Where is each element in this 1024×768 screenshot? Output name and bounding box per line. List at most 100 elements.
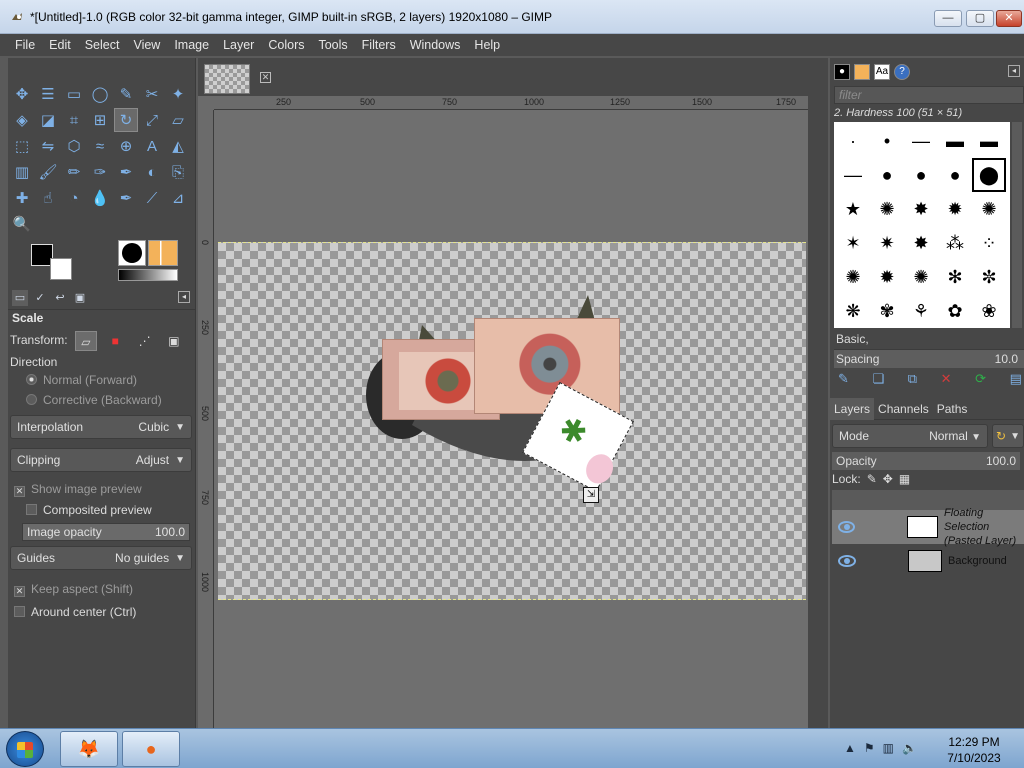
brush-item[interactable]: ✺ — [836, 260, 870, 294]
brush-item[interactable]: ⬤ — [972, 158, 1006, 192]
layer-mode-combo[interactable]: Mode Normal ▼ — [832, 424, 988, 448]
brush-item[interactable]: ▬ — [938, 124, 972, 158]
direction-corrective-radio[interactable]: Corrective (Backward) — [26, 393, 162, 407]
foreground-select-icon[interactable]: ◪ — [36, 108, 60, 132]
pencil-icon[interactable]: ✏ — [62, 160, 86, 184]
brush-item[interactable]: ✹ — [938, 192, 972, 226]
fg-bg-colors[interactable] — [28, 242, 84, 286]
menu-layer[interactable]: Layer — [216, 38, 261, 52]
tool-options-tab-icon[interactable]: ▭ — [12, 290, 28, 306]
clock[interactable]: 12:29 PM 7/10/2023 — [944, 734, 1004, 766]
align-icon[interactable]: ☰ — [36, 82, 60, 106]
transform-image-icon[interactable]: ▣ — [163, 331, 185, 351]
shear-icon[interactable]: ▱ — [166, 108, 190, 132]
brush-item[interactable]: ● — [938, 158, 972, 192]
free-select-icon[interactable]: ✎ — [114, 82, 138, 106]
brush-item[interactable]: ❀ — [972, 294, 1006, 328]
ellipse-select-icon[interactable]: ◯ — [88, 82, 112, 106]
menu-windows[interactable]: Windows — [403, 38, 468, 52]
active-brush-swatch[interactable] — [118, 240, 146, 266]
lock-pixels-icon[interactable]: ✎ — [867, 472, 877, 486]
action-center-icon[interactable]: ⚑ — [864, 741, 875, 755]
color-picker-icon[interactable]: ⟋ — [140, 186, 164, 210]
image-tab-thumbnail[interactable] — [204, 64, 250, 94]
brush-item[interactable]: ✿ — [938, 294, 972, 328]
images-tab-icon[interactable]: ▣ — [72, 290, 88, 306]
new-brush-icon[interactable]: ❏ — [873, 371, 885, 391]
refresh-brushes-icon[interactable]: ⟳ — [975, 371, 986, 391]
crop-icon[interactable]: ⌗ — [62, 108, 86, 132]
flip-icon[interactable]: ⇋ — [36, 134, 60, 158]
dock-menu-icon[interactable]: ◂ — [1008, 65, 1020, 77]
brush-item[interactable]: ⁘ — [972, 226, 1006, 260]
paintbrush-icon[interactable]: 🖌 — [36, 160, 60, 184]
transform-selection-icon[interactable]: ■ — [104, 331, 126, 351]
paths-icon[interactable]: ✒ — [114, 186, 138, 210]
brush-item[interactable]: ✷ — [870, 226, 904, 260]
layer-row-background[interactable]: Background — [832, 544, 1024, 578]
menu-tools[interactable]: Tools — [311, 38, 354, 52]
active-gradient-swatch[interactable] — [118, 269, 178, 281]
open-as-image-icon[interactable]: ▤ — [1010, 371, 1022, 391]
interpolation-combo[interactable]: Interpolation Cubic ▼ — [10, 415, 192, 439]
menu-edit[interactable]: Edit — [42, 38, 78, 52]
horizontal-ruler[interactable]: 250 500 750 1000 1250 1500 1750 — [214, 96, 808, 110]
patterns-tab-icon[interactable] — [854, 64, 870, 80]
ruler-corner[interactable] — [198, 96, 214, 110]
brush-item[interactable]: • — [870, 124, 904, 158]
brush-item[interactable]: ✸ — [904, 226, 938, 260]
gradient-icon[interactable]: ▥ — [10, 160, 34, 184]
brush-item[interactable]: ⁂ — [938, 226, 972, 260]
show-preview-checkbox[interactable]: ✕ Show image preview — [14, 482, 142, 497]
brush-item[interactable]: ✺ — [870, 192, 904, 226]
brush-filter-input[interactable]: filter — [834, 86, 1024, 104]
visibility-eye-icon[interactable] — [838, 521, 855, 533]
warp-icon[interactable]: ≈ — [88, 134, 112, 158]
canvas-vertical-scrollbar[interactable] — [808, 96, 828, 728]
brush-item[interactable]: ⚘ — [904, 294, 938, 328]
device-status-tab-icon[interactable]: ✓ — [32, 290, 48, 306]
brush-item[interactable]: ✾ — [870, 294, 904, 328]
move-icon[interactable]: ✥ — [10, 82, 34, 106]
network-icon[interactable]: ▥ — [883, 741, 894, 755]
by-color-select-icon[interactable]: ◈ — [10, 108, 34, 132]
clipping-combo[interactable]: Clipping Adjust ▼ — [10, 448, 192, 472]
unified-transform-icon[interactable]: ⊞ — [88, 108, 112, 132]
minimize-button[interactable]: — — [934, 10, 962, 27]
brush-item[interactable]: — — [904, 124, 938, 158]
brush-item[interactable]: ✶ — [836, 226, 870, 260]
brush-item[interactable]: ● — [904, 158, 938, 192]
taskbar-firefox-button[interactable]: ● — [122, 731, 180, 767]
brush-item[interactable]: ❋ — [836, 294, 870, 328]
fuzzy-select-icon[interactable]: ✦ — [166, 82, 190, 106]
help-tab-icon[interactable]: ? — [894, 64, 910, 80]
visibility-eye-icon[interactable] — [838, 555, 856, 567]
around-center-checkbox[interactable]: Around center (Ctrl) — [14, 605, 136, 619]
brush-category-combo[interactable]: Basic, — [834, 332, 1024, 350]
brushes-tab-icon[interactable]: ● — [834, 64, 850, 80]
taskbar-gimp-button[interactable]: 🦊 — [60, 731, 118, 767]
image-opacity-slider[interactable]: Image opacity 100.0 — [22, 523, 190, 541]
brush-item[interactable]: ● — [870, 158, 904, 192]
brush-item[interactable]: ✹ — [870, 260, 904, 294]
ink-icon[interactable]: ✒ — [114, 160, 138, 184]
smudge-icon[interactable]: ☝ — [36, 186, 60, 210]
duplicate-brush-icon[interactable]: ⧉ — [908, 371, 917, 391]
maximize-button[interactable]: ▢ — [966, 10, 994, 27]
dodge-icon[interactable]: ◔ — [62, 186, 86, 210]
transform-path-icon[interactable]: ⋰ — [134, 331, 156, 351]
undo-history-tab-icon[interactable]: ↩ — [52, 290, 68, 306]
measure-icon[interactable]: ⊿ — [166, 186, 190, 210]
show-hidden-icons-icon[interactable]: ▲ — [844, 741, 856, 755]
brush-item[interactable]: ✼ — [972, 260, 1006, 294]
bucket-fill-icon[interactable]: ◭ — [166, 134, 190, 158]
tab-layers[interactable]: Layers — [830, 398, 875, 420]
menu-file[interactable]: File — [8, 38, 42, 52]
transform-layer-icon[interactable]: ▱ — [74, 331, 97, 351]
brush-item[interactable]: · — [836, 124, 870, 158]
menu-filters[interactable]: Filters — [355, 38, 403, 52]
lock-alpha-icon[interactable]: ▦ — [899, 472, 910, 486]
text-icon[interactable]: A — [140, 134, 164, 158]
lock-position-icon[interactable]: ✥ — [883, 472, 893, 486]
brush-item[interactable]: ▬ — [972, 124, 1006, 158]
